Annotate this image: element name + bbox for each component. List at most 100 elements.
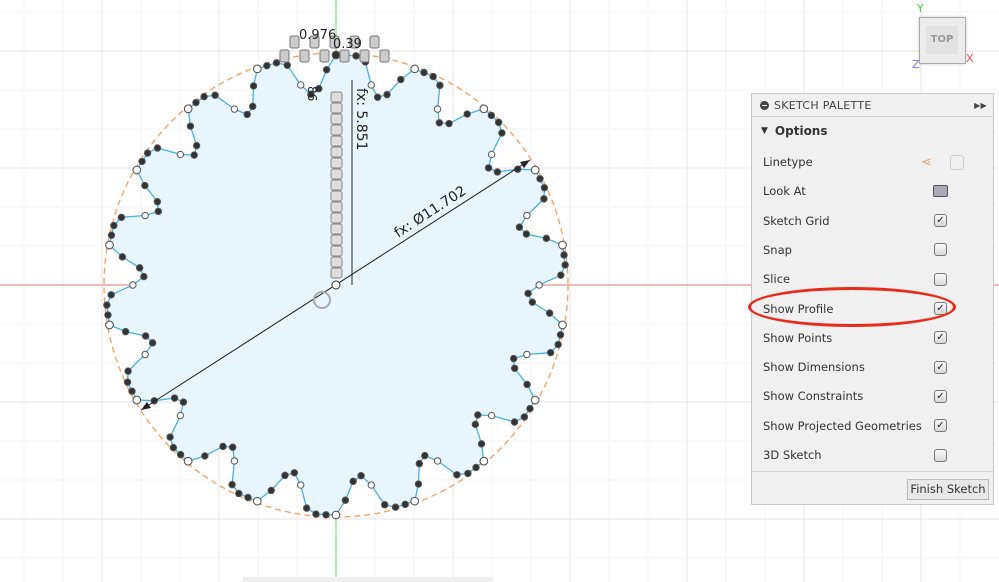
sketch-point[interactable] <box>401 500 409 509</box>
sketch-point[interactable] <box>201 452 209 460</box>
checkbox[interactable]: ✓ <box>934 331 947 345</box>
sketch-point[interactable] <box>249 82 258 90</box>
sketch-point[interactable] <box>230 105 239 113</box>
sketch-point[interactable] <box>367 481 375 489</box>
constraint-glyph[interactable] <box>330 223 343 235</box>
sketch-point[interactable] <box>352 52 360 60</box>
sketch-point[interactable] <box>558 240 567 250</box>
constraint-glyph[interactable] <box>330 256 343 268</box>
sketch-point[interactable] <box>523 380 531 389</box>
checkbox[interactable]: ✓ <box>934 419 947 433</box>
sketch-point[interactable] <box>554 340 562 349</box>
constraint-glyph[interactable] <box>330 135 343 147</box>
view-cube-top-face[interactable]: TOP <box>926 26 958 54</box>
constraint-glyph[interactable] <box>319 49 330 63</box>
option-snap[interactable]: Snap <box>763 240 983 260</box>
sketch-point[interactable] <box>141 181 149 190</box>
sketch-point[interactable] <box>244 493 252 502</box>
constraint-glyph[interactable] <box>330 245 343 257</box>
sketch-point[interactable] <box>290 469 299 477</box>
sketch-point[interactable] <box>132 395 142 405</box>
sketch-point[interactable] <box>169 443 178 452</box>
sketch-point[interactable] <box>515 223 524 231</box>
sketch-point[interactable] <box>322 66 331 74</box>
sketch-point[interactable] <box>118 253 127 261</box>
sketch-point[interactable] <box>263 61 271 70</box>
sketch-point[interactable] <box>128 387 136 395</box>
sketch-point[interactable] <box>349 477 357 486</box>
radius-dimension-label[interactable]: fx: 5.851 <box>353 88 369 150</box>
option-show-projected-geometries[interactable]: Show Projected Geometries ✓ <box>763 416 983 436</box>
option-3d-sketch[interactable]: 3D Sketch <box>763 445 983 465</box>
constraint-glyph[interactable] <box>330 157 343 169</box>
sketch-point[interactable] <box>410 64 419 74</box>
sketch-point[interactable] <box>110 221 118 230</box>
bottom-toolbar[interactable] <box>243 577 493 582</box>
sketch-point[interactable] <box>357 471 365 480</box>
sketch-point[interactable] <box>520 413 529 421</box>
dimension-label[interactable]: 86 <box>305 86 319 101</box>
sketch-point[interactable] <box>530 165 540 175</box>
sketch-point[interactable] <box>135 264 144 272</box>
sketch-point[interactable] <box>494 118 503 127</box>
sketch-point[interactable] <box>542 234 551 243</box>
sketch-point[interactable] <box>530 395 540 405</box>
sketch-point[interactable] <box>123 378 132 386</box>
sketch-point[interactable] <box>219 442 227 451</box>
sketch-point[interactable] <box>535 281 543 289</box>
sketch-point[interactable] <box>522 230 531 238</box>
sketch-point[interactable] <box>421 451 429 460</box>
constraint-glyph[interactable] <box>330 146 343 158</box>
sketch-point[interactable] <box>510 364 519 372</box>
constraint-glyph[interactable] <box>330 212 343 224</box>
sketch-point[interactable] <box>272 59 281 67</box>
sketch-point[interactable] <box>124 367 132 375</box>
option-show-constraints[interactable]: Show Constraints ✓ <box>763 386 983 406</box>
sketch-point[interactable] <box>415 459 423 468</box>
sketch-point[interactable] <box>509 354 518 363</box>
sketch-point[interactable] <box>453 471 461 479</box>
sketch-point[interactable] <box>487 411 496 420</box>
sketch-point[interactable] <box>471 420 480 429</box>
checkbox[interactable]: ✓ <box>934 214 947 228</box>
view-cube[interactable]: TOP <box>919 17 966 64</box>
constraint-glyph[interactable] <box>330 234 343 246</box>
constraint-glyph[interactable] <box>330 113 343 125</box>
checkbox[interactable] <box>934 272 947 286</box>
sketch-point[interactable] <box>472 463 480 472</box>
finish-sketch-button[interactable]: Finish Sketch <box>907 479 989 500</box>
constraint-glyph[interactable] <box>330 168 343 180</box>
sketch-point[interactable] <box>524 289 532 298</box>
dimension-label[interactable]: 0.976 <box>299 28 336 43</box>
option-linetype[interactable]: Linetype ⋖ <box>763 152 983 172</box>
sketch-point[interactable] <box>183 456 193 466</box>
sketch-point[interactable] <box>477 440 486 448</box>
sketch-point[interactable] <box>429 72 437 81</box>
sketch-point[interactable] <box>463 110 471 118</box>
sketch-point[interactable] <box>166 433 174 441</box>
constraint-glyph[interactable] <box>330 179 343 191</box>
sketch-point[interactable] <box>322 511 330 519</box>
sketch-point[interactable] <box>557 271 565 279</box>
sketch-point[interactable] <box>132 165 142 175</box>
sketch-point[interactable] <box>341 496 350 504</box>
sketch-point[interactable] <box>141 332 150 340</box>
options-section-header[interactable]: ▼ Options <box>752 117 993 145</box>
sketch-point[interactable] <box>528 298 537 306</box>
constraint-glyph[interactable] <box>330 91 343 103</box>
constraint-glyph[interactable] <box>379 49 390 63</box>
sketch-point[interactable] <box>143 149 152 157</box>
sketch-point[interactable] <box>560 251 568 259</box>
sketch-point[interactable] <box>176 150 185 159</box>
sketch-point[interactable] <box>211 91 219 99</box>
sketch-point[interactable] <box>104 311 112 319</box>
checkbox[interactable]: ✓ <box>934 389 947 403</box>
sketch-point[interactable] <box>297 481 305 489</box>
sketch-point[interactable] <box>526 404 534 413</box>
sketch-point[interactable] <box>200 92 208 101</box>
sketch-point[interactable] <box>558 320 567 330</box>
sketch-point[interactable] <box>383 90 391 99</box>
option-show-dimensions[interactable]: Show Dimensions ✓ <box>763 357 983 377</box>
sketch-point[interactable] <box>445 119 453 128</box>
constraint-glyph[interactable] <box>330 201 343 213</box>
